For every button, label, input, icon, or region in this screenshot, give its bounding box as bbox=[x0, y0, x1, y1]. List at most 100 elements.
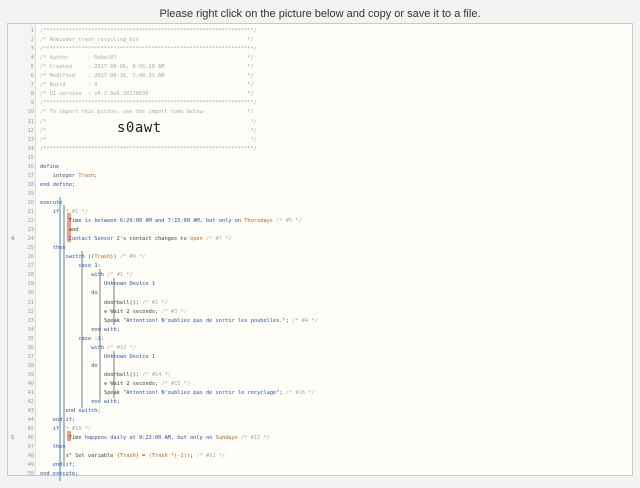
code-line: doorbell(); /* #2 */ bbox=[104, 300, 168, 306]
code-token: and bbox=[68, 227, 79, 234]
line-number: 34 bbox=[27, 326, 34, 333]
code-line: do bbox=[91, 290, 97, 296]
code-token: Unknown Device 1 bbox=[104, 281, 156, 288]
code-line: end with; bbox=[91, 399, 120, 405]
line-number: 5 bbox=[30, 64, 34, 71]
code-token: end with; bbox=[91, 326, 120, 333]
line-number: 11 bbox=[27, 118, 34, 125]
code-line: if /* #1 */ bbox=[53, 209, 88, 215]
code-line: /***************************************… bbox=[40, 146, 257, 152]
code-token: end with; bbox=[91, 399, 120, 406]
code-token: /***************************************… bbox=[40, 100, 257, 107]
line-number: 1 bbox=[30, 28, 34, 34]
code-line: switch ((Trash)) /* #9 */ bbox=[66, 254, 146, 260]
code-token: case -1: bbox=[78, 335, 104, 342]
code-token: with bbox=[91, 272, 104, 279]
line-number: 19 bbox=[27, 190, 34, 197]
code-token: integer bbox=[52, 172, 79, 179]
line-number: 21 bbox=[27, 209, 34, 215]
line-number: 30 bbox=[27, 290, 34, 297]
code-token: do bbox=[91, 362, 98, 369]
code-token: switch bbox=[65, 254, 85, 261]
line-number: 4 bbox=[30, 55, 34, 62]
code-token: doorbell(); bbox=[104, 371, 140, 378]
line-number: 49 bbox=[27, 462, 34, 469]
code-token: (Trash *(-1)) bbox=[148, 453, 190, 460]
code-token: case 1: bbox=[78, 263, 101, 270]
code-line: ⊙ Wait 2 seconds; /* #3 */ bbox=[104, 309, 187, 315]
line-number: 13 bbox=[27, 136, 34, 143]
code-token: Contact Sensor 2 bbox=[68, 236, 120, 243]
code-token: /* To import this piston, use the import… bbox=[40, 109, 254, 116]
code-line: then bbox=[53, 245, 66, 251]
line-number: 35 bbox=[27, 335, 34, 342]
case-block-bar bbox=[99, 269, 101, 399]
line-number: 23 bbox=[27, 227, 34, 234]
code-token: /* */ bbox=[40, 127, 257, 134]
code-token: /* Author : Rebel87 */ bbox=[40, 55, 254, 62]
code-token: then bbox=[52, 245, 66, 252]
code-token: then bbox=[52, 444, 66, 451]
code-token: /***************************************… bbox=[40, 46, 257, 53]
code-line: /* Reminder_trash_recycling_bin */ bbox=[40, 37, 254, 43]
line-number: 29 bbox=[27, 281, 34, 288]
line-number: 33 bbox=[27, 317, 34, 324]
code-token: /* #2 */ bbox=[139, 299, 168, 306]
line-number: 20 bbox=[27, 199, 34, 206]
code-line: define bbox=[40, 164, 59, 170]
line-number: 17 bbox=[27, 172, 34, 179]
line-number: 6 bbox=[30, 73, 34, 80]
code-line: if /* #10 */ bbox=[53, 426, 91, 432]
code-area: s0awt /*********************************… bbox=[37, 24, 632, 481]
code-token: Thursdays bbox=[244, 218, 273, 225]
line-number: 3 bbox=[30, 46, 34, 53]
code-line: with /* #13 */ bbox=[91, 345, 136, 351]
code-line: Speak "Attention! N'oubliez pas de sorti… bbox=[104, 318, 318, 324]
code-token: ; bbox=[94, 172, 98, 179]
code-token: /***************************************… bbox=[40, 145, 257, 152]
code-token: Speak bbox=[104, 390, 124, 396]
line-number: 39 bbox=[27, 371, 34, 378]
line-number: 16 bbox=[27, 163, 34, 170]
code-token: /* #14 */ bbox=[139, 371, 171, 378]
code-line: ⊙ Wait 2 seconds; /* #15 */ bbox=[104, 381, 190, 387]
code-line: /* */ bbox=[40, 128, 257, 134]
code-line: end if; bbox=[53, 417, 75, 423]
code-token: 7:15:00 AM bbox=[167, 218, 200, 225]
line-number: 31 bbox=[27, 299, 34, 306]
line-number: 10 bbox=[27, 109, 34, 116]
line-number: 36 bbox=[27, 344, 34, 351]
line-marker: 5 bbox=[11, 435, 15, 442]
code-token: with bbox=[91, 344, 104, 351]
code-token: and bbox=[151, 218, 168, 225]
code-line: /* Build : 9 */ bbox=[40, 82, 254, 88]
code-token: Trash bbox=[94, 254, 111, 261]
code-line: /* Author : Rebel87 */ bbox=[40, 55, 254, 61]
code-line: Unknown Device 1 bbox=[104, 354, 155, 360]
code-line: and bbox=[69, 227, 79, 233]
code-token: end if; bbox=[52, 417, 76, 424]
code-line: case -1: bbox=[78, 336, 104, 342]
code-line: do bbox=[91, 363, 97, 369]
line-number: 47 bbox=[27, 444, 34, 451]
code-token: )) bbox=[110, 254, 120, 261]
code-line: end define; bbox=[40, 182, 75, 188]
code-token: end if; bbox=[52, 462, 76, 469]
line-number: 45 bbox=[27, 426, 34, 433]
code-token: /* */ bbox=[40, 118, 257, 125]
code-token: 's contact changes to bbox=[119, 236, 190, 243]
line-number: 27 bbox=[27, 263, 34, 270]
code-token: Time bbox=[68, 435, 82, 442]
code-line: end switch; bbox=[66, 408, 101, 414]
code-token: ⊙ Wait 2 seconds; bbox=[104, 380, 159, 387]
code-token: , but only on bbox=[170, 435, 216, 442]
code-line: /* Created : 2017-08-06, 8:56:28 AM */ bbox=[40, 64, 254, 70]
code-token: Unknown Device 1 bbox=[104, 353, 156, 360]
code-token: /* #5 */ bbox=[272, 218, 302, 225]
code-line: integer Trash; bbox=[53, 173, 98, 179]
line-number: 2 bbox=[30, 37, 34, 44]
code-token: 6:29:00 AM bbox=[119, 218, 152, 225]
code-token: , but only on bbox=[199, 218, 245, 225]
line-number: 12 bbox=[27, 127, 34, 134]
code-token: /* #10 */ bbox=[62, 426, 92, 433]
